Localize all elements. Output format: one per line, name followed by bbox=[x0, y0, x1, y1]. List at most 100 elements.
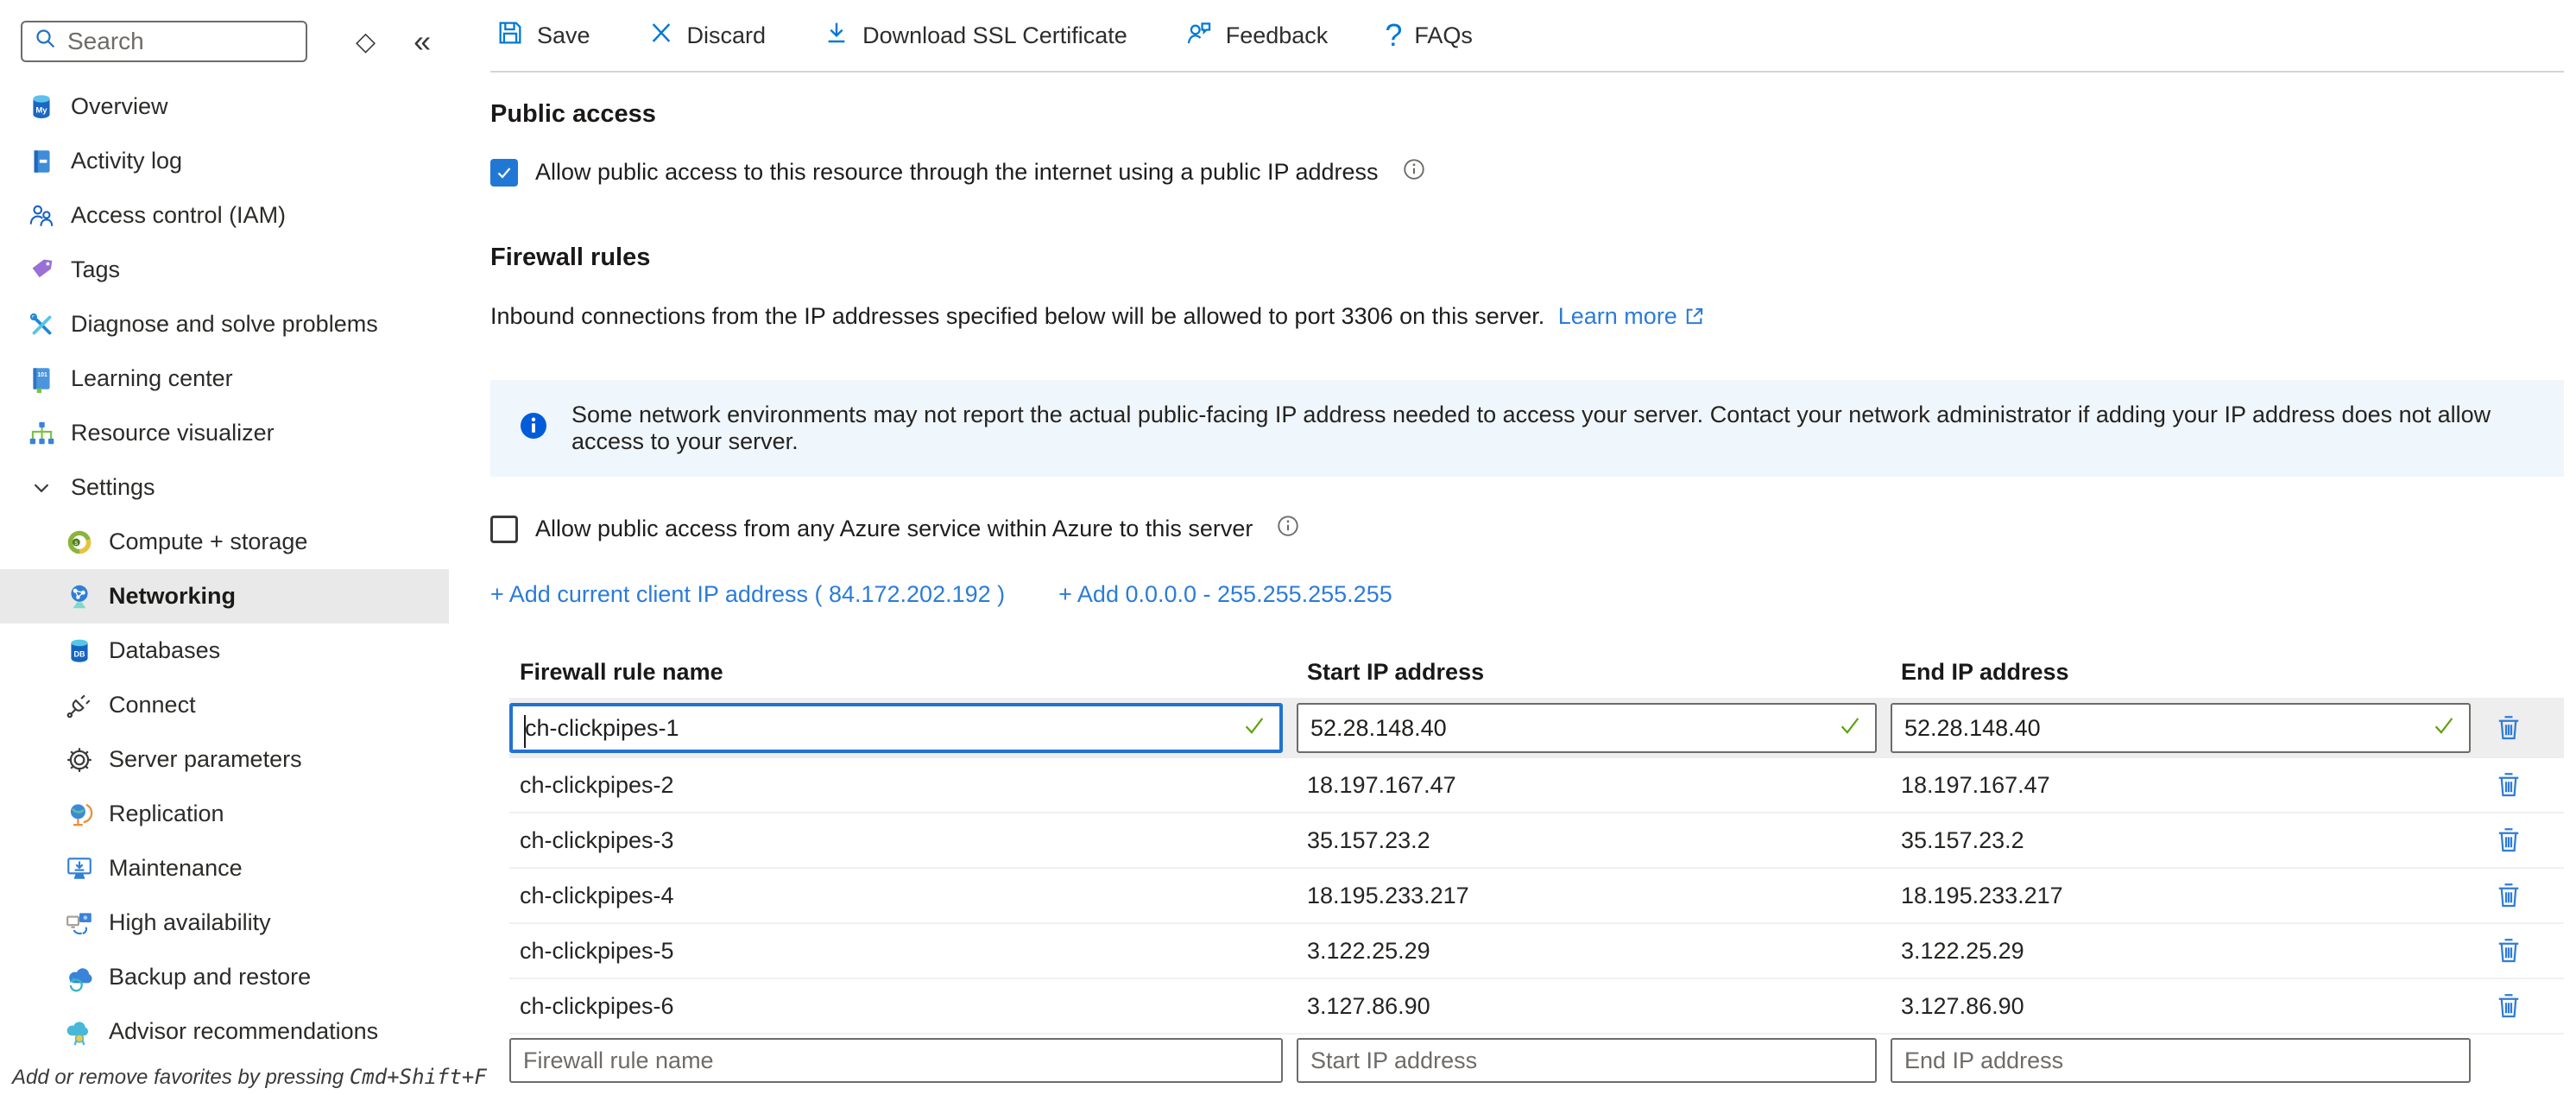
sidebar-item-databases[interactable]: DB Databases bbox=[0, 623, 449, 678]
mysql-server-icon: My bbox=[26, 92, 57, 123]
discard-button[interactable]: Discard bbox=[647, 19, 767, 53]
add-ip-links: + Add current client IP address ( 84.172… bbox=[490, 581, 2564, 608]
server-parameters-icon bbox=[64, 744, 95, 775]
sidebar-item-diagnose[interactable]: Diagnose and solve problems bbox=[0, 297, 449, 351]
svg-text:My: My bbox=[35, 105, 47, 115]
main-panel: Save Discard Download SSL Certificate Fe… bbox=[449, 0, 2576, 1095]
faq-icon: ? bbox=[1385, 17, 1402, 54]
sidebar-item-tags[interactable]: Tags bbox=[0, 243, 449, 297]
table-row: ch-clickpipes-3 35.157.23.2 35.157.23.2 bbox=[509, 813, 2564, 869]
sidebar: ◇ « My Overview Activity log Access cont… bbox=[0, 0, 449, 1095]
delete-rule-button[interactable] bbox=[2490, 766, 2528, 804]
svg-text:101: 101 bbox=[37, 371, 47, 377]
start-ip-input-box bbox=[1297, 703, 1877, 753]
learn-more-link[interactable]: Learn more bbox=[1558, 303, 1707, 329]
connect-icon bbox=[64, 690, 95, 721]
sidebar-item-high-availability[interactable]: High availability bbox=[0, 896, 449, 950]
search-input[interactable] bbox=[67, 28, 295, 55]
advisor-recommendations-icon bbox=[64, 1016, 95, 1048]
activity-log-icon bbox=[26, 146, 57, 177]
sidebar-search-row: ◇ « bbox=[21, 21, 449, 62]
favorites-note: Add or remove favorites by pressing Cmd+… bbox=[12, 1065, 449, 1090]
new-rule-name-input[interactable] bbox=[523, 1048, 1269, 1074]
sidebar-item-label: Access control (IAM) bbox=[71, 202, 286, 229]
new-start-ip-input[interactable] bbox=[1310, 1048, 1863, 1074]
info-icon[interactable] bbox=[1401, 156, 1427, 188]
sidebar-item-backup-restore[interactable]: Backup and restore bbox=[0, 950, 449, 1004]
rule-name-input-box bbox=[509, 703, 1283, 753]
azure-services-checkbox[interactable] bbox=[490, 516, 518, 543]
table-row: ch-clickpipes-5 3.122.25.29 3.122.25.29 bbox=[509, 924, 2564, 979]
delete-rule-button[interactable] bbox=[2490, 709, 2528, 747]
trash-icon bbox=[2493, 769, 2524, 801]
start-ip-cell: 3.122.25.29 bbox=[1297, 938, 1877, 965]
sidebar-item-label: Diagnose and solve problems bbox=[71, 311, 378, 338]
table-row-editing bbox=[509, 698, 2564, 758]
sidebar-item-label: Overview bbox=[71, 93, 168, 120]
sidebar-item-maintenance[interactable]: Maintenance bbox=[0, 841, 449, 896]
discard-label: Discard bbox=[687, 22, 767, 49]
sidebar-item-advisor[interactable]: Advisor recommendations bbox=[0, 1004, 449, 1059]
sidebar-item-label: Replication bbox=[109, 801, 224, 827]
sidebar-item-overview[interactable]: My Overview bbox=[0, 79, 449, 134]
rule-name-cell: ch-clickpipes-3 bbox=[509, 827, 1283, 854]
sidebar-item-networking[interactable]: Networking bbox=[0, 569, 449, 623]
discard-icon bbox=[647, 19, 675, 53]
add-client-ip-link[interactable]: + Add current client IP address ( 84.172… bbox=[490, 581, 1005, 608]
feedback-button[interactable]: Feedback bbox=[1184, 18, 1329, 54]
sidebar-item-access-control[interactable]: Access control (IAM) bbox=[0, 188, 449, 243]
sidebar-item-label: Networking bbox=[109, 583, 236, 610]
info-icon[interactable] bbox=[1275, 513, 1301, 545]
info-banner: Some network environments may not report… bbox=[490, 380, 2564, 477]
sidebar-item-compute-storage[interactable]: s Compute + storage bbox=[0, 515, 449, 569]
azure-services-checkbox-label: Allow public access from any Azure servi… bbox=[535, 516, 1253, 542]
search-box[interactable] bbox=[21, 21, 307, 62]
start-ip-cell: 18.197.167.47 bbox=[1297, 772, 1877, 799]
sidebar-item-activity-log[interactable]: Activity log bbox=[0, 134, 449, 188]
sidebar-item-server-parameters[interactable]: Server parameters bbox=[0, 732, 449, 787]
public-access-checkbox[interactable] bbox=[490, 159, 518, 187]
sidebar-group-settings[interactable]: Settings bbox=[0, 460, 449, 515]
start-ip-input[interactable] bbox=[1310, 715, 1830, 742]
collapse-sidebar-icon[interactable]: « bbox=[414, 23, 431, 60]
feedback-label: Feedback bbox=[1226, 22, 1329, 49]
sidebar-item-replication[interactable]: Replication bbox=[0, 787, 449, 841]
public-access-checkbox-row: Allow public access to this resource thr… bbox=[490, 156, 2564, 188]
faqs-button[interactable]: ? FAQs bbox=[1385, 17, 1473, 54]
sidebar-item-label: Databases bbox=[109, 637, 220, 664]
download-ssl-button[interactable]: Download SSL Certificate bbox=[823, 19, 1127, 53]
delete-rule-button[interactable] bbox=[2490, 987, 2528, 1025]
save-button[interactable]: Save bbox=[496, 18, 590, 54]
databases-icon: DB bbox=[64, 636, 95, 667]
new-start-ip-input-box bbox=[1297, 1038, 1877, 1083]
delete-rule-button[interactable] bbox=[2490, 932, 2528, 970]
external-link-icon bbox=[1683, 305, 1706, 327]
access-control-icon bbox=[26, 200, 57, 231]
trash-icon bbox=[2493, 712, 2524, 744]
sidebar-menu: My Overview Activity log Access control … bbox=[0, 79, 449, 1065]
sidebar-item-resource-visualizer[interactable]: Resource visualizer bbox=[0, 406, 449, 460]
new-end-ip-input[interactable] bbox=[1904, 1048, 2457, 1074]
end-ip-cell: 3.122.25.29 bbox=[1891, 938, 2471, 965]
delete-rule-button[interactable] bbox=[2490, 821, 2528, 859]
sidebar-item-connect[interactable]: Connect bbox=[0, 678, 449, 732]
sidebar-item-label: Advisor recommendations bbox=[109, 1018, 378, 1045]
sidebar-item-learning-center[interactable]: 101 Learning center bbox=[0, 351, 449, 406]
firewall-rules-heading: Firewall rules bbox=[490, 244, 2564, 272]
end-ip-cell: 18.197.167.47 bbox=[1891, 772, 2471, 799]
switch-view-icon[interactable]: ◇ bbox=[356, 27, 376, 57]
firewall-rules-table: Firewall rule name Start IP address End … bbox=[509, 653, 2564, 1083]
delete-rule-button[interactable] bbox=[2490, 877, 2528, 915]
networking-icon bbox=[64, 581, 95, 612]
info-filled-icon bbox=[518, 410, 549, 447]
end-ip-cell: 18.195.233.217 bbox=[1891, 883, 2471, 909]
chevron-down-icon bbox=[26, 472, 57, 503]
feedback-icon bbox=[1184, 18, 1214, 54]
end-ip-input[interactable] bbox=[1904, 715, 2424, 742]
add-all-range-link[interactable]: + Add 0.0.0.0 - 255.255.255.255 bbox=[1058, 581, 1392, 608]
trash-icon bbox=[2493, 991, 2524, 1022]
new-end-ip-input-box bbox=[1891, 1038, 2471, 1083]
table-row-new bbox=[509, 1038, 2564, 1083]
rule-name-input[interactable] bbox=[525, 715, 1234, 742]
end-ip-cell: 3.127.86.90 bbox=[1891, 993, 2471, 1020]
